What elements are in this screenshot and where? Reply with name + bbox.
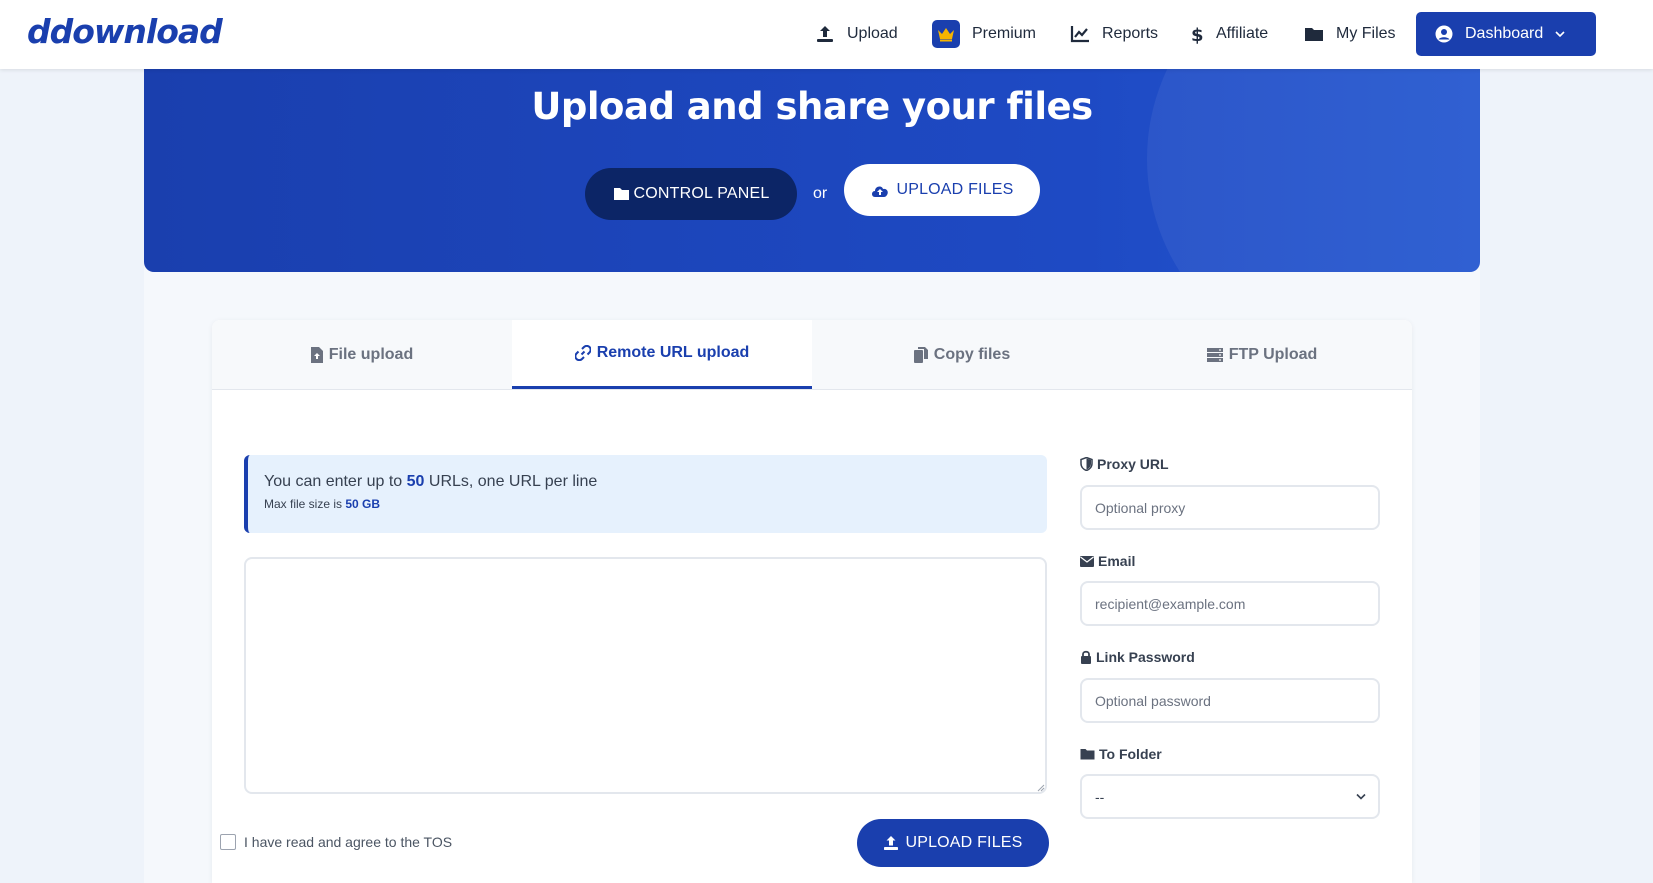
max-size-value: 50 GB [345,497,381,511]
to-folder-select[interactable]: -- [1080,774,1380,819]
to-folder-selected-value: -- [1095,788,1105,805]
upload-tabs: File upload Remote URL upload Copy files… [212,320,1412,390]
nav-premium-label: Premium [972,25,1037,42]
tab-copy-files-label: Copy files [933,346,1011,363]
dollar-icon: $ [1191,25,1204,44]
proxy-url-label: Proxy URL [1080,456,1169,472]
tos-label: I have read and agree to the TOS [244,834,453,850]
to-folder-label-text: To Folder [1099,746,1162,762]
notice-main-text: You can enter up to 50 URLs, one URL per… [264,473,1047,491]
tab-remote-url-upload[interactable]: Remote URL upload [512,320,812,389]
folder-icon [1305,28,1323,41]
nav-my-files[interactable]: My Files [1304,18,1396,50]
tos-checkbox[interactable] [220,834,236,850]
resize-grip-icon[interactable] [1035,782,1045,792]
tab-ftp-upload-label: FTP Upload [1228,346,1318,363]
tos-agreement[interactable]: I have read and agree to the TOS [220,834,452,850]
folder-icon [1080,749,1095,760]
copy-icon [913,347,928,363]
nav-upload-label: Upload [847,25,898,42]
link-icon [574,345,591,361]
tab-file-upload[interactable]: File upload [212,320,512,390]
chevron-down-icon [1356,793,1366,800]
upload-files-submit-label: UPLOAD FILES [905,834,1023,851]
link-password-label: Link Password [1080,649,1195,665]
server-icon [1206,348,1223,362]
nav-premium[interactable]: Premium [932,18,1036,50]
dashboard-dropdown-button[interactable]: Dashboard [1416,12,1596,56]
url-count-limit: 50 [406,473,425,490]
folder-icon [613,188,629,200]
user-circle-icon [1435,25,1453,43]
svg-text:$: $ [1191,25,1204,44]
url-limit-notice: You can enter up to 50 URLs, one URL per… [244,455,1047,533]
chevron-down-icon [1555,31,1565,38]
site-logo[interactable]: ddownload [27,12,223,51]
nav-affiliate[interactable]: $ Affiliate [1190,18,1268,50]
hero-banner: Upload and share your files CONTROL PANE… [144,69,1480,272]
nav-my-files-label: My Files [1336,25,1396,42]
email-label: Email [1080,553,1135,569]
top-navbar: ddownload Upload Premium Reports $ Affil… [0,0,1653,69]
email-label-text: Email [1098,553,1136,569]
tab-file-upload-label: File upload [328,346,414,363]
control-panel-button[interactable]: CONTROL PANEL [585,168,797,220]
envelope-icon [1080,555,1094,567]
nav-reports[interactable]: Reports [1070,18,1158,50]
proxy-url-label-text: Proxy URL [1097,456,1169,472]
link-password-label-text: Link Password [1096,649,1195,665]
nav-reports-label: Reports [1102,25,1159,42]
file-upload-icon [310,347,323,363]
lock-icon [1081,650,1091,664]
notice-suffix: URLs, one URL per line [424,473,598,490]
hero-upload-files-button[interactable]: UPLOAD FILES [844,164,1040,216]
email-input[interactable] [1080,581,1380,626]
control-panel-label: CONTROL PANEL [633,185,770,202]
chart-line-icon [1070,26,1089,43]
proxy-url-input[interactable] [1080,485,1380,530]
upload-card: File upload Remote URL upload Copy files… [212,320,1412,883]
crown-icon [932,20,960,48]
link-password-input[interactable] [1080,678,1380,723]
tab-remote-url-upload-label: Remote URL upload [596,344,750,361]
or-text: or [813,185,828,202]
remote-urls-textarea[interactable] [244,557,1047,794]
nav-upload[interactable]: Upload [815,18,898,50]
max-size-prefix: Max file size is [264,497,346,511]
tab-copy-files[interactable]: Copy files [812,320,1112,390]
upload-icon [884,836,899,850]
to-folder-label: To Folder [1080,746,1162,762]
nav-affiliate-label: Affiliate [1216,25,1269,42]
cloud-upload-icon [872,186,889,197]
upload-files-submit-button[interactable]: UPLOAD FILES [857,819,1049,867]
upload-icon [817,26,833,42]
tab-ftp-upload[interactable]: FTP Upload [1112,320,1412,390]
dashboard-label: Dashboard [1465,25,1544,42]
hero-title: Upload and share your files [531,85,1093,128]
notice-prefix: You can enter up to [264,473,407,490]
hero-upload-files-label: UPLOAD FILES [896,181,1014,198]
max-size-text: Max file size is 50 GB [264,497,1047,511]
shield-icon [1080,457,1093,471]
